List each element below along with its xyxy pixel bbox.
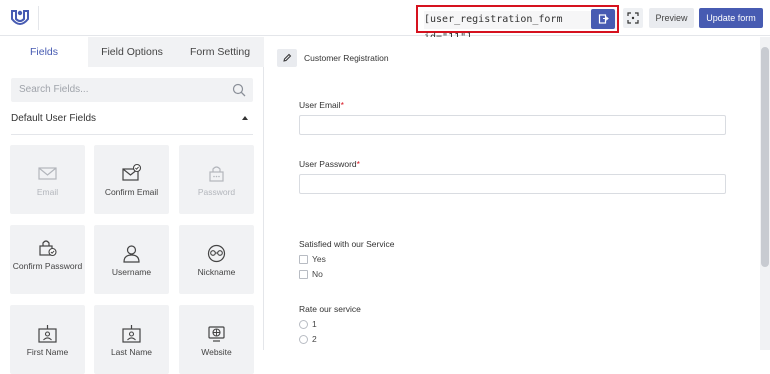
form-canvas: Customer Registration User Email* User P…	[265, 37, 760, 350]
field-label-user-password: User Password*	[299, 159, 360, 169]
globe-icon	[208, 326, 225, 342]
field-tile-website[interactable]: Website	[179, 305, 254, 374]
field-tile-label: Email	[36, 187, 59, 197]
lock-check-icon	[39, 240, 57, 257]
field-tile-confirm-password[interactable]: Confirm Password	[10, 225, 85, 294]
field-tile-username[interactable]: Username	[94, 225, 169, 294]
search-placeholder: Search Fields...	[19, 84, 89, 95]
field-tile-label: Website	[201, 347, 232, 357]
divider	[11, 134, 253, 135]
user-registration-logo[interactable]	[9, 7, 31, 29]
search-fields-input[interactable]: Search Fields...	[11, 78, 253, 102]
radio-option-1[interactable]: 1	[299, 319, 317, 329]
required-asterisk: *	[356, 159, 360, 169]
field-label-user-email: User Email*	[299, 100, 344, 110]
edit-title-button[interactable]	[277, 49, 297, 67]
radio-button[interactable]	[299, 319, 308, 329]
field-tile-label: Confirm Password	[12, 261, 83, 271]
id-card-icon	[122, 325, 141, 343]
field-tile-last-name[interactable]: Last Name	[94, 305, 169, 374]
field-tile-nickname[interactable]: Nickname	[179, 225, 254, 294]
checkbox-option-yes[interactable]: Yes	[299, 254, 326, 264]
search-icon	[232, 83, 246, 97]
section-title: Default User Fields	[11, 113, 97, 124]
user-email-input[interactable]	[299, 115, 726, 135]
field-tile-email[interactable]: Email	[10, 145, 85, 214]
field-tile-first-name[interactable]: First Name	[10, 305, 85, 374]
field-tile-password[interactable]: Password	[179, 145, 254, 214]
required-asterisk: *	[340, 100, 344, 110]
checkbox-option-no[interactable]: No	[299, 269, 323, 279]
field-tile-label: Confirm Email	[104, 187, 159, 197]
field-tile-label: Username	[111, 267, 152, 277]
tab-field-options[interactable]: Field Options	[88, 37, 176, 67]
field-label-satisfied: Satisfied with our Service	[299, 239, 395, 249]
option-label: Yes	[312, 254, 326, 264]
field-label-text: User Password	[299, 159, 357, 169]
option-label: 1	[312, 319, 317, 329]
field-tile-label: Last Name	[110, 347, 153, 357]
fullscreen-button[interactable]	[623, 8, 643, 28]
field-tile-confirm-email[interactable]: Confirm Email	[94, 145, 169, 214]
preview-button[interactable]: Preview	[649, 8, 694, 28]
user-icon	[123, 245, 140, 263]
collapse-caret-icon[interactable]	[242, 116, 248, 120]
sidebar-tabs: Fields Field Options Form Setting	[0, 37, 264, 67]
option-label: No	[312, 269, 323, 279]
field-tile-label: First Name	[26, 347, 69, 357]
id-card-icon	[38, 325, 57, 343]
lock-icon	[209, 166, 224, 182]
builder-sidebar: Fields Field Options Form Setting Search…	[0, 37, 264, 374]
checkbox[interactable]	[299, 269, 308, 279]
copy-shortcode-button[interactable]	[591, 9, 615, 29]
tab-form-setting[interactable]: Form Setting	[176, 37, 264, 67]
scrollbar[interactable]	[760, 37, 770, 350]
top-bar: [user_registration_form id="11"] Preview…	[0, 0, 770, 43]
copy-icon	[598, 13, 609, 24]
tab-fields[interactable]: Fields	[0, 37, 88, 67]
mask-icon	[207, 244, 226, 263]
option-label: 2	[312, 334, 317, 344]
fullscreen-icon	[627, 12, 639, 24]
field-tile-label: Nickname	[197, 267, 236, 277]
form-title: Customer Registration	[304, 53, 389, 63]
shortcode-highlight: [user_registration_form id="11"]	[416, 5, 619, 43]
envelope-check-icon	[122, 163, 142, 181]
field-tile-label: Password	[197, 187, 236, 197]
scrollbar-thumb[interactable]	[761, 47, 769, 267]
radio-button[interactable]	[299, 334, 308, 344]
shortcode-text[interactable]: [user_registration_form id="11"]	[424, 11, 617, 43]
checkbox[interactable]	[299, 254, 308, 264]
update-form-button[interactable]: Update form	[699, 8, 763, 28]
envelope-icon	[38, 167, 57, 180]
field-label-rate-service: Rate our service	[299, 304, 361, 314]
field-label-text: User Email	[299, 100, 341, 110]
divider	[38, 6, 39, 30]
radio-option-2[interactable]: 2	[299, 334, 317, 344]
user-password-input[interactable]	[299, 174, 726, 194]
pencil-icon	[283, 53, 292, 62]
